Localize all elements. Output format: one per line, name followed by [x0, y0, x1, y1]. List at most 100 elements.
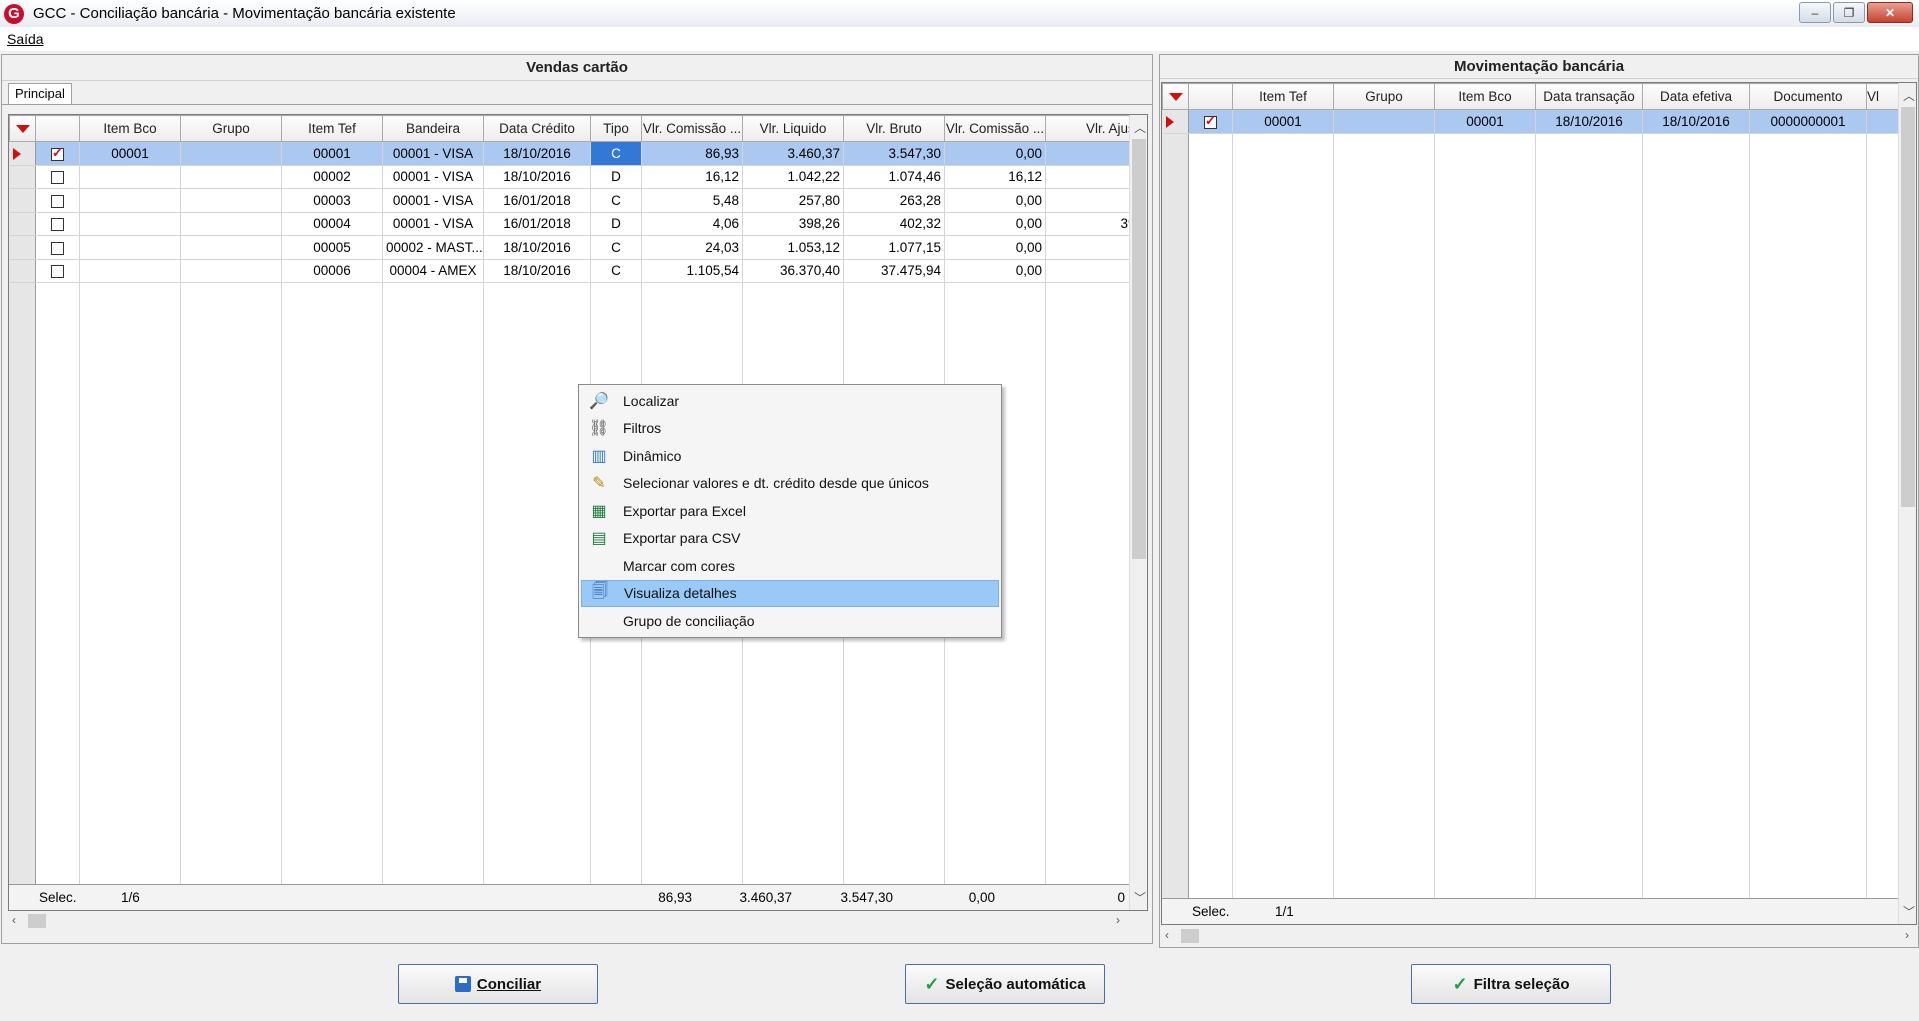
scroll-left-icon[interactable]: ‹: [1165, 928, 1169, 942]
cell-data-credito[interactable]: 18/10/2016: [483, 141, 591, 166]
scroll-right-icon[interactable]: ›: [1116, 913, 1120, 927]
close-button[interactable]: ✕: [1867, 2, 1913, 23]
context-menu-item[interactable]: ▤ Exportar para CSV: [581, 525, 999, 553]
row-checkbox[interactable]: [1188, 109, 1233, 134]
checkbox-icon[interactable]: [51, 145, 64, 161]
cell-tipo[interactable]: D: [590, 212, 642, 236]
scroll-down-icon[interactable]: ﹀: [1134, 889, 1146, 906]
cell-vlr-comissao[interactable]: 86,93: [641, 141, 743, 166]
cell-item-tef[interactable]: 00001: [1232, 109, 1334, 134]
table-row[interactable]: 000010000100001 - VISA18/10/2016C86,933.…: [9, 141, 1147, 166]
col-data-efetiva[interactable]: Data efetiva: [1642, 83, 1750, 110]
cell-vlr-liquido[interactable]: 1.042,22: [742, 165, 844, 189]
cell-bandeira[interactable]: 00002 - MAST...: [382, 235, 484, 260]
row-checkbox[interactable]: [35, 141, 80, 166]
col-vlr-comissao[interactable]: Vlr. Comissão ...: [641, 115, 743, 142]
context-menu-item[interactable]: Marcar com cores: [581, 552, 999, 580]
cell-data-credito[interactable]: 18/10/2016: [483, 259, 591, 283]
cell-data-transacao[interactable]: 18/10/2016: [1535, 109, 1643, 134]
left-hscroll-thumb[interactable]: [28, 914, 46, 928]
cell-vlr-comissao-2[interactable]: 0,00: [944, 259, 1046, 283]
cell-bandeira[interactable]: 00001 - VISA: [382, 141, 484, 166]
cell-item-bco[interactable]: 00001: [1434, 109, 1536, 134]
checkbox-icon[interactable]: [51, 194, 64, 208]
cell-grupo[interactable]: [180, 235, 282, 260]
cell-vlr-comissao-2[interactable]: 0,00: [944, 235, 1046, 260]
row-indicator[interactable]: [9, 259, 36, 283]
cell-grupo[interactable]: [180, 165, 282, 189]
cell-item-bco[interactable]: [79, 235, 181, 260]
right-horizontal-scrollbar[interactable]: ‹ ›: [1161, 927, 1917, 945]
cell-vlr-comissao-2[interactable]: 0,00: [944, 188, 1046, 213]
row-indicator[interactable]: [1162, 109, 1189, 134]
cell-item-tef[interactable]: 00005: [281, 235, 383, 260]
left-vertical-scrollbar[interactable]: ︿ ﹀: [1129, 115, 1147, 910]
cell-vlr-bruto[interactable]: 37.475,94: [843, 259, 945, 283]
right-vertical-scrollbar[interactable]: ︿ ﹀: [1898, 83, 1916, 924]
cell-data-credito[interactable]: 18/10/2016: [483, 235, 591, 260]
table-row[interactable]: 00005 00002 - MAST... 18/10/2016 C 24,03 1.05…: [9, 235, 1147, 260]
cell-vl[interactable]: [1866, 109, 1899, 134]
cell-tipo[interactable]: C: [590, 259, 642, 283]
left-vscroll-thumb[interactable]: [1132, 139, 1146, 559]
cell-item-tef[interactable]: 00002: [281, 165, 383, 189]
cell-vlr-comissao-2[interactable]: 0,00: [944, 141, 1046, 166]
cell-data-efetiva[interactable]: 18/10/2016: [1642, 109, 1750, 134]
col-item-bco[interactable]: Item Bco: [79, 115, 181, 142]
scroll-up-icon[interactable]: ︿: [1134, 119, 1146, 136]
cell-tipo[interactable]: D: [590, 165, 642, 189]
cell-grupo[interactable]: [180, 188, 282, 213]
row-checkbox[interactable]: [35, 212, 80, 236]
cell-vlr-liquido[interactable]: 1.053,12: [742, 235, 844, 260]
scroll-left-icon[interactable]: ‹: [12, 913, 16, 927]
cell-data-credito[interactable]: 16/01/2018: [483, 212, 591, 236]
table-row[interactable]: 00006 00004 - AMEX 18/10/2016 C 1.105,54 36.3…: [9, 259, 1147, 283]
scroll-down-icon[interactable]: ﹀: [1903, 903, 1915, 920]
row-indicator[interactable]: [9, 212, 36, 236]
cell-vlr-bruto[interactable]: 263,28: [843, 188, 945, 213]
table-row[interactable]: 000010000118/10/201618/10/20160000000001: [1162, 109, 1899, 134]
cell-documento[interactable]: 0000000001: [1749, 109, 1867, 134]
restore-button[interactable]: ❐: [1833, 2, 1865, 23]
right-hscroll-thumb[interactable]: [1181, 929, 1199, 943]
table-row[interactable]: 00002 00001 - VISA 18/10/2016 D 16,12 1.042,2…: [9, 165, 1147, 189]
cell-vlr-comissao[interactable]: 4,06: [641, 212, 743, 236]
cell-vlr-liquido[interactable]: 3.460,37: [742, 141, 844, 166]
col-vl[interactable]: Vl: [1866, 83, 1899, 110]
table-row[interactable]: 00003 00001 - VISA 16/01/2018 C 5,48 257,80 26…: [9, 188, 1147, 213]
cell-grupo[interactable]: [1333, 109, 1435, 134]
cell-tipo[interactable]: C: [590, 235, 642, 260]
col-data-credito[interactable]: Data Crédito: [483, 115, 591, 142]
cell-vlr-comissao[interactable]: 24,03: [641, 235, 743, 260]
minimize-button[interactable]: –: [1799, 2, 1831, 23]
col-vlr-comissao-2[interactable]: Vlr. Comissão ...: [944, 115, 1046, 142]
row-indicator[interactable]: [9, 188, 36, 213]
row-indicator[interactable]: [9, 165, 36, 189]
col-check[interactable]: [1188, 83, 1233, 110]
checkbox-icon[interactable]: [51, 265, 64, 279]
checkbox-icon[interactable]: [1204, 113, 1217, 129]
cell-vlr-comissao-2[interactable]: 16,12: [944, 165, 1046, 189]
context-menu-item[interactable]: 🔎 Localizar: [581, 387, 999, 415]
context-menu-item[interactable]: ⛓ Filtros: [581, 415, 999, 443]
cell-bandeira[interactable]: 00001 - VISA: [382, 212, 484, 236]
context-menu-item[interactable]: Grupo de conciliação: [581, 607, 999, 635]
cell-grupo[interactable]: [180, 141, 282, 166]
menu-saida[interactable]: Saída: [7, 31, 44, 47]
cell-vlr-liquido[interactable]: 257,80: [742, 188, 844, 213]
col-tipo[interactable]: Tipo: [590, 115, 642, 142]
filter-menu-icon[interactable]: [1162, 83, 1189, 110]
cell-item-bco[interactable]: [79, 212, 181, 236]
filtra-selecao-button[interactable]: ✓ Filtra seleção: [1411, 964, 1611, 1004]
cell-item-tef[interactable]: 00004: [281, 212, 383, 236]
col-grupo[interactable]: Grupo: [1333, 83, 1435, 110]
cell-tipo[interactable]: C: [590, 141, 642, 166]
col-bandeira[interactable]: Bandeira: [382, 115, 484, 142]
cell-vlr-comissao[interactable]: 5,48: [641, 188, 743, 213]
cell-item-tef[interactable]: 00006: [281, 259, 383, 283]
cell-bandeira[interactable]: 00004 - AMEX: [382, 259, 484, 283]
scroll-up-icon[interactable]: ︿: [1903, 87, 1915, 104]
col-grupo[interactable]: Grupo: [180, 115, 282, 142]
context-menu-item[interactable]: ✎ Selecionar valores e dt. crédito desde …: [581, 470, 999, 498]
row-indicator[interactable]: [9, 235, 36, 260]
